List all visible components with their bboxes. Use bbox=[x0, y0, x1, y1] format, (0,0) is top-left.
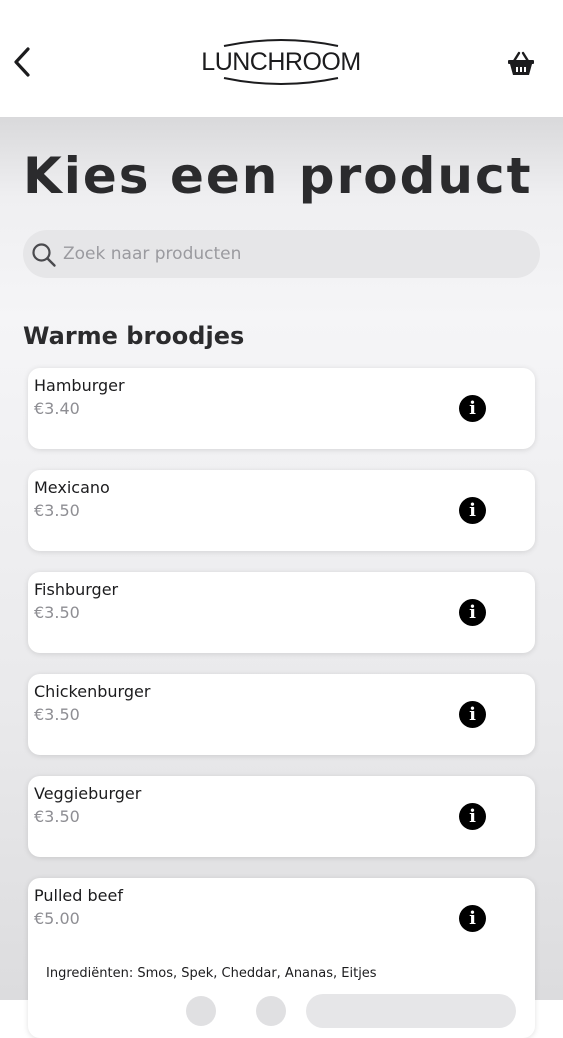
info-icon[interactable]: i bbox=[459, 599, 486, 626]
add-to-basket-button[interactable] bbox=[306, 994, 516, 1028]
product-price: €3.40 bbox=[34, 399, 80, 418]
info-icon[interactable]: i bbox=[459, 497, 486, 524]
back-button[interactable] bbox=[10, 44, 38, 80]
page-title: Kies een product bbox=[23, 147, 533, 205]
info-icon[interactable]: i bbox=[459, 395, 486, 422]
search-bar[interactable] bbox=[23, 230, 540, 278]
search-icon bbox=[32, 243, 56, 267]
product-name: Hamburger bbox=[34, 376, 125, 395]
product-name: Mexicano bbox=[34, 478, 110, 497]
product-price: €3.50 bbox=[34, 501, 80, 520]
product-card[interactable]: Chickenburger €3.50 i bbox=[28, 674, 535, 755]
product-card[interactable]: Hamburger €3.40 i bbox=[28, 368, 535, 449]
info-icon[interactable]: i bbox=[459, 905, 486, 932]
product-price: €5.00 bbox=[34, 909, 80, 928]
product-card[interactable]: Mexicano €3.50 i bbox=[28, 470, 535, 551]
app-header: LUNCHROOM bbox=[0, 0, 563, 117]
info-icon[interactable]: i bbox=[459, 701, 486, 728]
quantity-decrease-button[interactable] bbox=[186, 996, 216, 1026]
product-name: Pulled beef bbox=[34, 886, 123, 905]
product-name: Veggieburger bbox=[34, 784, 142, 803]
product-ingredients: Ingrediënten: Smos, Spek, Cheddar, Anana… bbox=[46, 966, 377, 981]
logo-text: LUNCHROOM bbox=[201, 48, 361, 76]
product-name: Chickenburger bbox=[34, 682, 151, 701]
quantity-increase-button[interactable] bbox=[256, 996, 286, 1026]
section-title: Warme broodjes bbox=[23, 322, 245, 350]
basket-icon bbox=[508, 51, 534, 75]
chevron-left-icon bbox=[14, 47, 30, 77]
product-name: Fishburger bbox=[34, 580, 119, 599]
product-card-expanded[interactable]: Pulled beef €5.00 i Ingrediënten: Smos, … bbox=[28, 878, 535, 1038]
product-card[interactable]: Veggieburger €3.50 i bbox=[28, 776, 535, 857]
info-icon[interactable]: i bbox=[459, 803, 486, 830]
lunchroom-logo: LUNCHROOM bbox=[200, 36, 362, 88]
search-input[interactable] bbox=[63, 230, 523, 278]
product-price: €3.50 bbox=[34, 807, 80, 826]
product-card[interactable]: Fishburger €3.50 i bbox=[28, 572, 535, 653]
product-price: €3.50 bbox=[34, 705, 80, 724]
product-price: €3.50 bbox=[34, 603, 80, 622]
content-area: Kies een product Warme broodjes Hamburge… bbox=[0, 117, 563, 1038]
basket-button[interactable] bbox=[506, 50, 536, 78]
